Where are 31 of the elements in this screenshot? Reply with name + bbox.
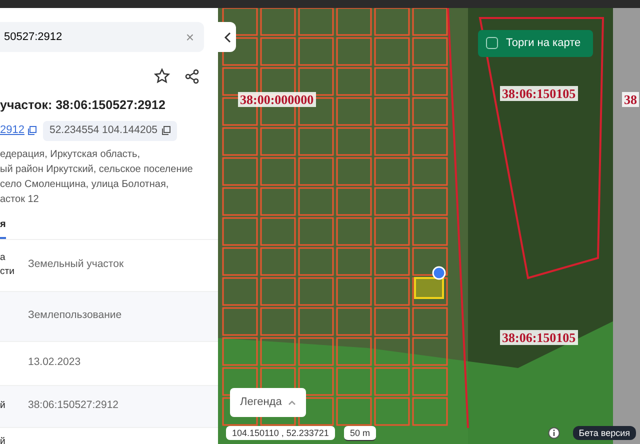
row-label: й [0,436,6,444]
caret-up-icon [288,400,296,405]
parcel-label: 38:06:150105 [500,330,578,345]
search-field[interactable]: 50527:2912 × [0,22,204,52]
row-value: 13.02.2023 [28,355,81,370]
auction-toggle[interactable]: Торги на карте [478,30,593,56]
beta-badge: Бета версия [572,426,636,440]
cadastral-number-link[interactable]: 2912 [0,122,38,139]
checkbox[interactable] [486,37,498,50]
parcel-label: 38 [622,92,639,107]
row-label: й [0,400,6,411]
row-value: 38:06:150527:2912 [28,398,119,414]
row-value: Землепользование [28,308,122,324]
parcel-label: 38:06:150105 [500,86,578,101]
coordinates-readout: 104.150110 , 52.233721 [226,426,335,440]
row-value: Земельный участок [28,257,124,272]
parcel-label: 38:00:000000 [238,92,316,107]
tab[interactable]: я [0,216,6,238]
collapse-panel-button[interactable] [218,22,236,52]
legend-button[interactable]: Легенда [230,388,306,416]
chevron-left-icon [224,32,230,42]
row-label: а сти [0,252,14,277]
star-icon [154,68,170,84]
object-title: участок: 38:06:150527:2912 [0,97,166,114]
coordinates-chip[interactable]: 52.234554 104.144205 [43,120,177,140]
scale-bar: 50 m [344,426,376,441]
copy-icon [28,126,38,136]
info-icon [548,427,560,439]
address-text: едерация, Иркутская область, ый район Иркутский, сельское поселение село Смоленщина, улица Болотная, асток 12 [0,148,194,206]
copy-icon [162,126,171,136]
share-icon [185,68,199,84]
